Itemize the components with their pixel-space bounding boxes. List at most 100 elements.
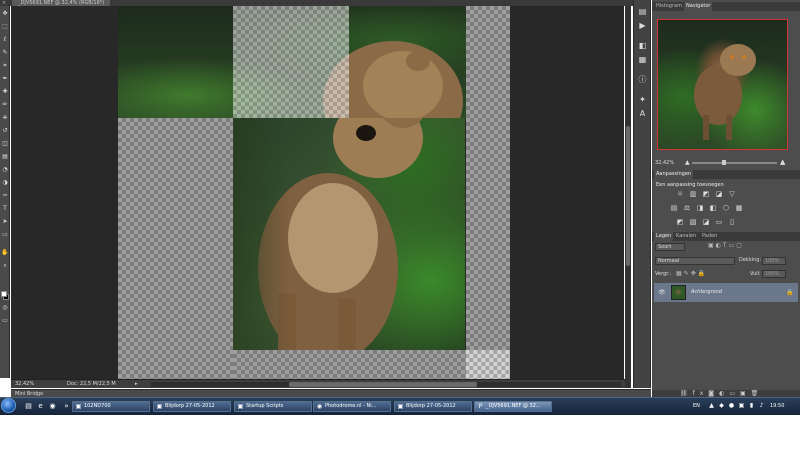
horizontal-scrollbar[interactable] — [151, 382, 621, 387]
explorer-icon[interactable]: ▤ — [24, 401, 33, 411]
opacity-field[interactable]: 100% — [762, 257, 786, 265]
gradient-map-icon[interactable]: ▭ — [715, 218, 723, 226]
layer-row[interactable]: 👁 Achtergrond 🔒 — [654, 283, 798, 302]
lasso-icon[interactable]: ℓ — [1, 36, 9, 44]
vertical-scrollbar[interactable] — [625, 6, 631, 388]
foreground-color-swatch[interactable] — [1, 291, 7, 297]
tab-channels[interactable]: Kanalen — [674, 232, 698, 241]
history-panel-icon[interactable]: ▤ — [637, 6, 648, 17]
zoom-in-icon[interactable]: ▲ — [780, 158, 785, 166]
eyedropper-icon[interactable]: ✒ — [1, 75, 9, 83]
tab-histogram[interactable]: Histogram — [654, 2, 684, 11]
taskbar-app[interactable]: ▣ Startup Scripts — [234, 401, 312, 412]
layer-name[interactable]: Achtergrond — [691, 283, 722, 302]
screen-mode-icon[interactable]: ▭ — [1, 317, 9, 325]
healing-icon[interactable]: ✚ — [1, 88, 9, 96]
blend-mode-select[interactable]: Normaal — [655, 257, 735, 265]
hue-saturation-icon[interactable]: ▤ — [670, 204, 678, 212]
show-more-icon[interactable]: » — [62, 401, 71, 411]
threshold-icon[interactable]: ◪ — [702, 218, 710, 226]
exposure-icon[interactable]: ◪ — [715, 190, 723, 198]
clock[interactable]: 19:50 — [770, 400, 784, 412]
quick-mask-icon[interactable]: ◎ — [1, 304, 9, 312]
crop-icon[interactable]: ⌗ — [1, 62, 9, 70]
eraser-icon[interactable]: ◫ — [1, 140, 9, 148]
scroll-thumb[interactable] — [626, 126, 630, 266]
taskbar-app[interactable]: ▣ 102ND700 — [72, 401, 150, 412]
network-icon[interactable]: ▮ — [748, 402, 755, 410]
tab-layers[interactable]: Lagen — [654, 232, 674, 241]
slider-handle[interactable] — [722, 160, 726, 165]
pen-icon[interactable]: ✑ — [1, 192, 9, 200]
path-select-icon[interactable]: ➤ — [1, 218, 9, 226]
taskbar-app-active[interactable]: P _DJV5691.NEF @ 32... — [474, 401, 552, 412]
posterize-icon[interactable]: ▧ — [689, 218, 697, 226]
brush-icon[interactable]: ✏ — [1, 101, 9, 109]
zoom-readout[interactable]: 32,42% — [15, 380, 34, 389]
zoom-icon[interactable]: ⌕ — [1, 262, 9, 270]
tab-adjustments[interactable]: Aanpassingen — [654, 170, 694, 179]
folder-icon: ▣ — [237, 403, 244, 410]
photo-filter-icon[interactable]: ◧ — [709, 204, 717, 212]
navigator-zoom[interactable]: 32,42% — [655, 160, 674, 166]
move-icon[interactable]: ✥ — [1, 10, 9, 18]
fill-label: Vull: — [750, 271, 761, 277]
selective-color-icon[interactable]: ▯ — [728, 218, 736, 226]
taskbar-app[interactable]: ▣ Blijdorp 27-05-2012 — [153, 401, 231, 412]
lock-icons[interactable]: ▦✎✥🔒 — [676, 270, 707, 277]
vibrance-icon[interactable]: ▽ — [728, 190, 736, 198]
tray-app-icon[interactable]: ▣ — [738, 402, 745, 410]
mini-bridge-bar[interactable]: Mini Bridge — [11, 389, 651, 397]
volume-icon[interactable]: ♪ — [758, 402, 765, 410]
invert-icon[interactable]: ◩ — [676, 218, 684, 226]
taskbar-app[interactable]: ▣ Blijdorp 27-05-2012 — [394, 401, 472, 412]
start-button[interactable] — [1, 398, 16, 413]
brush-presets-icon[interactable]: ✦ — [637, 94, 648, 105]
dodge-icon[interactable]: ◑ — [1, 179, 9, 187]
chrome-icon[interactable]: ◉ — [48, 401, 57, 411]
tab-navigator[interactable]: Navigator — [684, 2, 713, 11]
tray-arrow-icon[interactable]: ▲ — [708, 402, 715, 410]
zoom-out-icon[interactable]: ▲ — [685, 159, 690, 166]
arrow-right-icon[interactable]: ▸ — [135, 380, 138, 389]
adjustment-hint: Een aanpassing toevoegen — [656, 182, 724, 188]
tab-paths[interactable]: Paden — [700, 232, 719, 241]
channel-mixer-icon[interactable]: ⬡ — [722, 204, 730, 212]
curves-icon[interactable]: ◩ — [702, 190, 710, 198]
color-lookup-icon[interactable]: ▦ — [735, 204, 743, 212]
type-icon[interactable]: T — [1, 205, 9, 213]
filter-icons[interactable]: ▣◐T▭▢ — [708, 242, 744, 249]
hand-icon[interactable]: ✋ — [1, 249, 9, 257]
color-balance-icon[interactable]: ⚖ — [683, 204, 691, 212]
gradient-icon[interactable]: ▤ — [1, 153, 9, 161]
quick-select-icon[interactable]: ✎ — [1, 49, 9, 57]
shape-icon[interactable]: ▭ — [1, 231, 9, 239]
fill-field[interactable]: 100% — [762, 270, 786, 278]
document-size[interactable]: Doc: 22,5 M/22,5 M — [67, 380, 116, 389]
color-icon[interactable]: ◧ — [637, 40, 648, 51]
actions-icon[interactable]: ▶ — [637, 20, 648, 31]
layer-filter-select[interactable]: Soort — [655, 243, 685, 251]
tray-app-icon[interactable]: ● — [728, 402, 735, 410]
ie-icon[interactable]: e — [36, 401, 45, 411]
swatches-icon[interactable]: ▦ — [637, 54, 648, 65]
language-indicator[interactable]: EN — [693, 400, 700, 412]
info-icon[interactable]: ⓘ — [637, 74, 648, 85]
taskbar-app[interactable]: ◉ Photodrome.nl - Ni... — [313, 401, 391, 412]
panel-icon-strip: ▤ ▶ ◧ ▦ ⓘ ✦ A — [633, 0, 651, 388]
marquee-icon[interactable]: ⬚ — [1, 23, 9, 31]
eye-icon[interactable]: 👁 — [658, 283, 666, 302]
history-brush-icon[interactable]: ↺ — [1, 127, 9, 135]
tray-app-icon[interactable]: ◆ — [718, 402, 725, 410]
navigator-zoom-slider[interactable] — [692, 162, 777, 164]
brightness-icon[interactable]: ☼ — [676, 190, 684, 198]
levels-icon[interactable]: ▥ — [689, 190, 697, 198]
navigator-thumbnail[interactable] — [657, 19, 788, 150]
scroll-thumb[interactable] — [289, 382, 477, 387]
blur-icon[interactable]: ◔ — [1, 166, 9, 174]
black-white-icon[interactable]: ◨ — [696, 204, 704, 212]
transparent-area — [233, 6, 349, 118]
character-icon[interactable]: A — [637, 108, 648, 119]
lock-label: Vergr.: — [655, 271, 672, 277]
stamp-icon[interactable]: ⎈ — [1, 114, 9, 122]
